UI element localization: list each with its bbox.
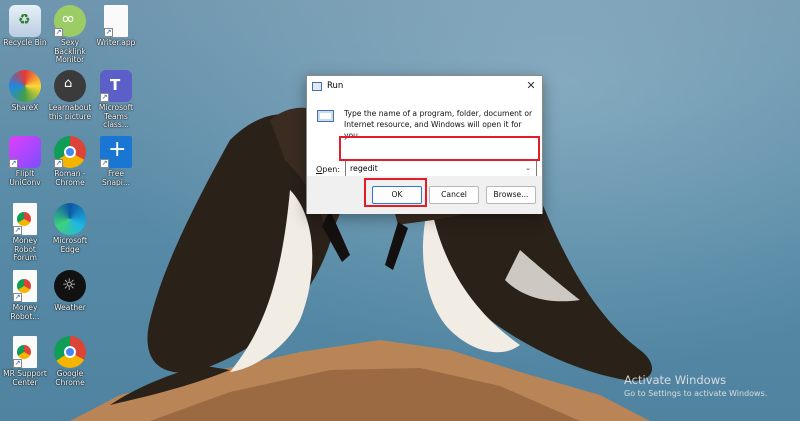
desktop-icon-sharex[interactable]: ShareX bbox=[2, 70, 48, 113]
run-app-icon bbox=[312, 81, 322, 91]
desktop-icon-label: ShareX bbox=[11, 103, 39, 112]
desktop-icon-weather[interactable]: ☼ Weather bbox=[47, 270, 93, 313]
spotlight-icon: ⌂ bbox=[54, 70, 86, 102]
desktop-icon-google-chrome[interactable]: Google Chrome bbox=[47, 336, 93, 387]
edge-icon bbox=[54, 203, 86, 235]
desktop-icon-free-snap[interactable]: + ↗ Free Snapi... bbox=[93, 136, 139, 187]
run-dialog-title: Run bbox=[327, 81, 344, 91]
desktop-icon-label: Sexy Backlink Monitor bbox=[54, 38, 86, 64]
desktop-icon-edge[interactable]: Microsoft Edge bbox=[47, 203, 93, 254]
chrome-shortcut-icon: ↗ bbox=[13, 336, 37, 368]
weather-icon: ☼ bbox=[54, 270, 86, 302]
open-label: Open: bbox=[316, 165, 340, 174]
desktop-icon-label: Roman - Chrome bbox=[54, 169, 86, 187]
desktop-icon-writer[interactable]: ↗ Writer.app bbox=[93, 5, 139, 48]
open-combobox[interactable]: regedit ⌄ bbox=[345, 160, 537, 177]
chrome-icon bbox=[54, 336, 86, 368]
desktop-icon-label: Free Snapi... bbox=[101, 169, 131, 187]
desktop-icon-label: Microsoft Teams class... bbox=[98, 103, 134, 129]
activation-watermark: Activate Windows Go to Settings to activ… bbox=[624, 373, 767, 398]
desktop-icon-flipit[interactable]: ↗ FlipIt UniConv bbox=[2, 136, 48, 187]
desktop-icon-learn-about-picture[interactable]: ⌂ Learnabout this picture bbox=[47, 70, 93, 121]
open-label-text: pen: bbox=[322, 165, 341, 174]
desktop-icon-teams[interactable]: T ↗ Microsoft Teams class... bbox=[93, 70, 139, 130]
chevron-down-icon[interactable]: ⌄ bbox=[525, 161, 531, 176]
desktop-icon-backlink-monitor[interactable]: ∞ ↗ Sexy Backlink Monitor bbox=[47, 5, 93, 65]
activation-subtitle: Go to Settings to activate Windows. bbox=[624, 389, 768, 398]
run-dialog-titlebar[interactable]: Run ✕ bbox=[307, 76, 542, 96]
teams-icon: T ↗ bbox=[100, 70, 132, 102]
chrome-shortcut-icon: ↗ bbox=[13, 203, 37, 235]
desktop-icon-money-robot[interactable]: ↗ Money Robot... bbox=[2, 270, 48, 321]
close-icon[interactable]: ✕ bbox=[520, 76, 542, 96]
desktop-icon-roman-chrome[interactable]: ↗ Roman - Chrome bbox=[47, 136, 93, 187]
desktop-icon-label: Recycle Bin bbox=[3, 38, 47, 47]
activation-title: Activate Windows bbox=[624, 373, 727, 387]
sharex-icon bbox=[9, 70, 41, 102]
cancel-button[interactable]: Cancel bbox=[429, 186, 479, 204]
open-input[interactable]: regedit bbox=[350, 164, 378, 173]
chrome-icon: ↗ bbox=[54, 136, 86, 168]
plus-icon: + ↗ bbox=[100, 136, 132, 168]
desktop-icon-label: Writer.app bbox=[96, 38, 136, 47]
highlight-open-field bbox=[339, 136, 540, 161]
desktop-icon-label: Microsoft Edge bbox=[52, 236, 88, 254]
desktop-icon-label: Money Robot... bbox=[10, 303, 40, 321]
browse-button[interactable]: Browse... bbox=[486, 186, 536, 204]
desktop-icon-label: MR Support Center bbox=[3, 369, 47, 387]
desktop-icon-mr-support[interactable]: ↗ MR Support Center bbox=[2, 336, 48, 387]
desktop-icon-label: Learnabout this picture bbox=[48, 103, 92, 121]
links-icon: ∞ ↗ bbox=[54, 5, 86, 37]
desktop-icon-money-robot-forum[interactable]: ↗ Money Robot Forum bbox=[2, 203, 48, 263]
desktop-icon-label: Google Chrome bbox=[55, 369, 85, 387]
chrome-shortcut-icon: ↗ bbox=[13, 270, 37, 302]
run-program-icon bbox=[317, 110, 334, 122]
recycle-bin-icon: ♻ bbox=[9, 5, 41, 37]
desktop-icon-label: Weather bbox=[54, 303, 86, 312]
desktop-icon-recycle-bin[interactable]: ♻ Recycle Bin bbox=[2, 5, 48, 48]
desktop-icon-label: Money Robot Forum bbox=[12, 236, 38, 262]
highlight-ok-button bbox=[364, 178, 427, 207]
app-icon: ↗ bbox=[9, 136, 41, 168]
file-icon: ↗ bbox=[104, 5, 128, 37]
desktop-icon-label: FlipIt UniConv bbox=[9, 169, 41, 187]
